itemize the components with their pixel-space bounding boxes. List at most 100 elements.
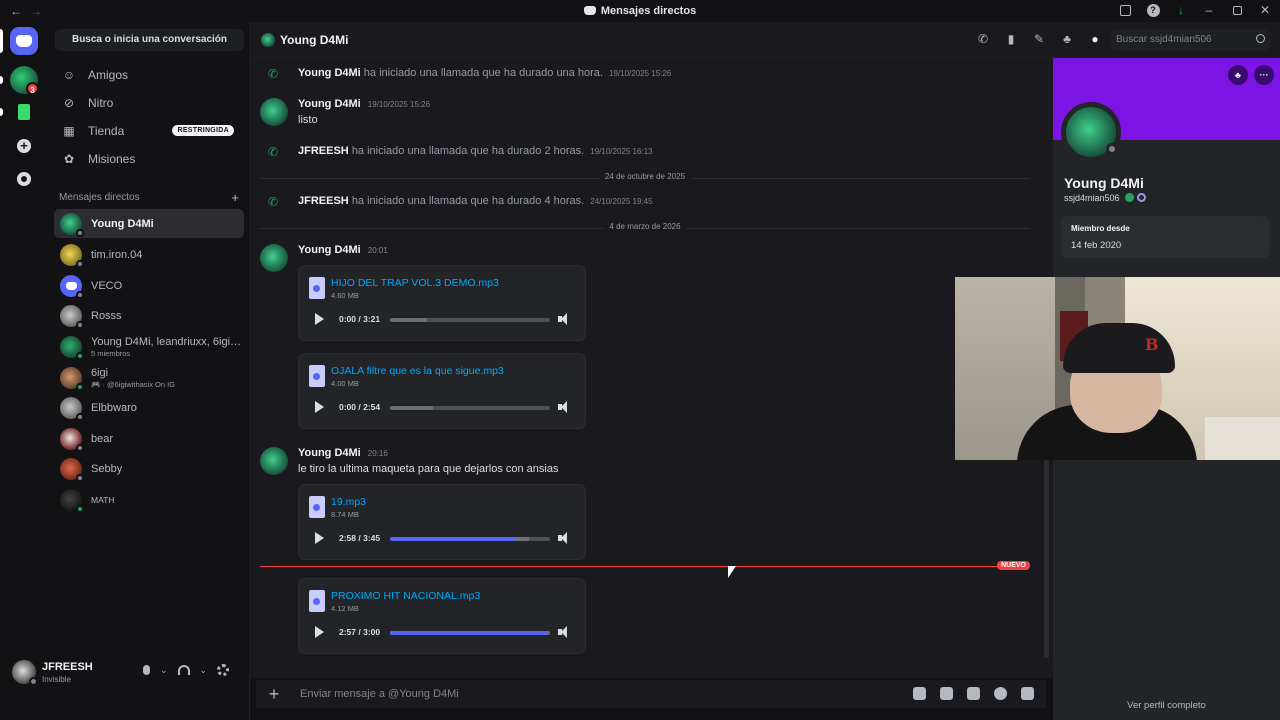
view-full-profile-link[interactable]: Ver perfil completo: [1053, 700, 1280, 711]
new-messages-divider: NUEVO: [260, 561, 1030, 570]
dm-item[interactable]: Rosss: [54, 301, 244, 330]
audio-progress-bar[interactable]: [390, 537, 550, 541]
minimize-icon[interactable]: –: [1202, 3, 1216, 17]
gif-icon[interactable]: [940, 687, 953, 700]
volume-icon[interactable]: [558, 401, 570, 413]
audio-progress-bar[interactable]: [390, 406, 550, 410]
window-title: Mensajes directos: [0, 5, 1280, 17]
play-icon[interactable]: [315, 401, 324, 413]
help-icon[interactable]: ?: [1146, 3, 1160, 17]
dm-item[interactable]: MATH: [54, 485, 244, 514]
dm-item[interactable]: Young D4Mi: [54, 209, 244, 238]
audio-progress-bar[interactable]: [390, 631, 550, 635]
add-server-button[interactable]: +: [10, 132, 38, 160]
play-icon[interactable]: [315, 626, 324, 638]
emoji-icon[interactable]: [994, 687, 1007, 700]
message-author[interactable]: Young D4Mi: [298, 447, 361, 459]
window-controls: ? ↓ – ✕: [1118, 3, 1272, 17]
system-author[interactable]: Young D4Mi: [298, 67, 361, 79]
dm-item[interactable]: tim.iron.04: [54, 240, 244, 269]
play-icon[interactable]: [315, 313, 324, 325]
direct-messages-home-button[interactable]: [10, 27, 38, 55]
phone-call-icon: ✆: [268, 145, 279, 159]
username-text: ssjd4mian506: [1064, 193, 1120, 203]
volume-icon[interactable]: [558, 626, 570, 638]
inbox-icon[interactable]: [1118, 3, 1132, 17]
composer-toolbar: [913, 687, 1034, 700]
date-divider: 4 de marzo de 2026: [260, 222, 1030, 231]
download-icon[interactable]: ↓: [1174, 3, 1188, 17]
audio-progress-bar[interactable]: [390, 318, 550, 322]
avatar: [60, 427, 84, 452]
chevron-down-icon[interactable]: ⌄: [160, 665, 168, 676]
nav-label: Nitro: [88, 96, 114, 110]
discover-button[interactable]: [10, 165, 38, 193]
close-icon[interactable]: ✕: [1258, 3, 1272, 17]
nav-friends[interactable]: ☺ Amigos: [54, 61, 244, 89]
dm-header-label: Mensajes directos: [59, 192, 140, 203]
quests-icon: ✿: [63, 152, 75, 166]
headphones-icon[interactable]: [177, 665, 190, 675]
message-avatar[interactable]: [260, 98, 288, 126]
dm-item[interactable]: 6igi 🎮 · @6igiwithasix On IG: [54, 363, 244, 392]
play-icon[interactable]: [315, 532, 324, 544]
video-call-icon[interactable]: ▮: [1004, 32, 1018, 46]
avatar: [60, 396, 84, 421]
audio-file-name[interactable]: 19.mp3: [331, 496, 366, 508]
search-input[interactable]: Buscar ssjd4mian506: [1110, 29, 1271, 51]
microphone-icon[interactable]: [143, 665, 150, 675]
message-avatar[interactable]: [260, 447, 288, 475]
header-toolbar: ✆ ▮ ✎ ♣ ●: [976, 32, 1102, 46]
group-dm-item[interactable]: Young D4Mi, leandriuxx, 6igi, w... 5 miem…: [54, 332, 244, 361]
create-dm-button[interactable]: +: [231, 190, 239, 205]
status-indicator: [76, 290, 84, 299]
add-friends-to-dm-icon[interactable]: ♣: [1060, 32, 1074, 46]
message-author[interactable]: Young D4Mi: [298, 98, 361, 110]
message-avatar[interactable]: [260, 244, 288, 272]
webcam-bed: [1205, 417, 1280, 460]
progress-fill: [390, 631, 547, 635]
dm-item[interactable]: bear: [54, 424, 244, 453]
find-conversation-button[interactable]: Busca o inicia una conversación: [55, 29, 244, 51]
upload-plus-icon[interactable]: +: [264, 684, 284, 704]
voice-call-icon[interactable]: ✆: [976, 32, 990, 46]
nav-quests[interactable]: ✿ Misiones: [54, 145, 244, 173]
user-profile-icon[interactable]: ●: [1088, 32, 1102, 46]
system-author[interactable]: JFREESH: [298, 145, 349, 157]
settings-gear-icon[interactable]: [217, 664, 230, 676]
volume-icon[interactable]: [558, 532, 570, 544]
maximize-icon[interactable]: [1230, 3, 1244, 17]
sticker-icon[interactable]: [967, 687, 980, 700]
nav-nitro[interactable]: ⊘ Nitro: [54, 89, 244, 117]
chevron-down-icon[interactable]: ⌄: [200, 665, 208, 676]
dm-name: 6igi: [91, 366, 109, 379]
cap-logo: B: [1145, 335, 1159, 354]
message-input[interactable]: Enviar mensaje a @Young D4Mi: [300, 688, 459, 700]
server-icon-2[interactable]: [10, 98, 38, 126]
more-options-icon[interactable]: ···: [1254, 65, 1274, 85]
apps-icon[interactable]: [1021, 687, 1034, 700]
audio-file-name[interactable]: PROXIMO HIT NACIONAL.mp3: [331, 590, 480, 602]
gift-icon[interactable]: [913, 687, 926, 700]
message-author[interactable]: Young D4Mi: [298, 244, 361, 256]
new-messages-tag: NUEVO: [997, 561, 1030, 570]
nav-label: Misiones: [88, 152, 136, 166]
system-text: ha iniciado una llamada que ha durado 2 …: [351, 145, 585, 157]
chat-scrollbar[interactable]: [1044, 460, 1049, 658]
volume-icon[interactable]: [558, 313, 570, 325]
nav-shop[interactable]: ▦ Tienda RESTRINGIDA: [54, 117, 244, 145]
audio-file-name[interactable]: HIJO DEL TRAP VOL.3 DEMO.mp3: [331, 277, 499, 289]
dm-item[interactable]: Elbbwaro: [54, 393, 244, 422]
add-friend-icon[interactable]: ♣: [1228, 65, 1248, 85]
profile-avatar[interactable]: [1061, 102, 1121, 162]
system-author[interactable]: JFREESH: [298, 195, 349, 207]
channel-title[interactable]: Young D4Mi: [280, 33, 348, 47]
system-message: JFREESH ha iniciado una llamada que ha d…: [298, 195, 653, 207]
dm-item[interactable]: Sebby: [54, 454, 244, 483]
user-avatar[interactable]: [12, 660, 38, 686]
date-divider-label: 24 de octubre de 2025: [598, 172, 692, 181]
audio-file-name[interactable]: OJALA filtre que es la que sigue.mp3: [331, 365, 504, 377]
dm-item[interactable]: VECO: [54, 271, 244, 300]
audio-file-icon: [309, 590, 325, 612]
pinned-messages-icon[interactable]: ✎: [1032, 32, 1046, 46]
